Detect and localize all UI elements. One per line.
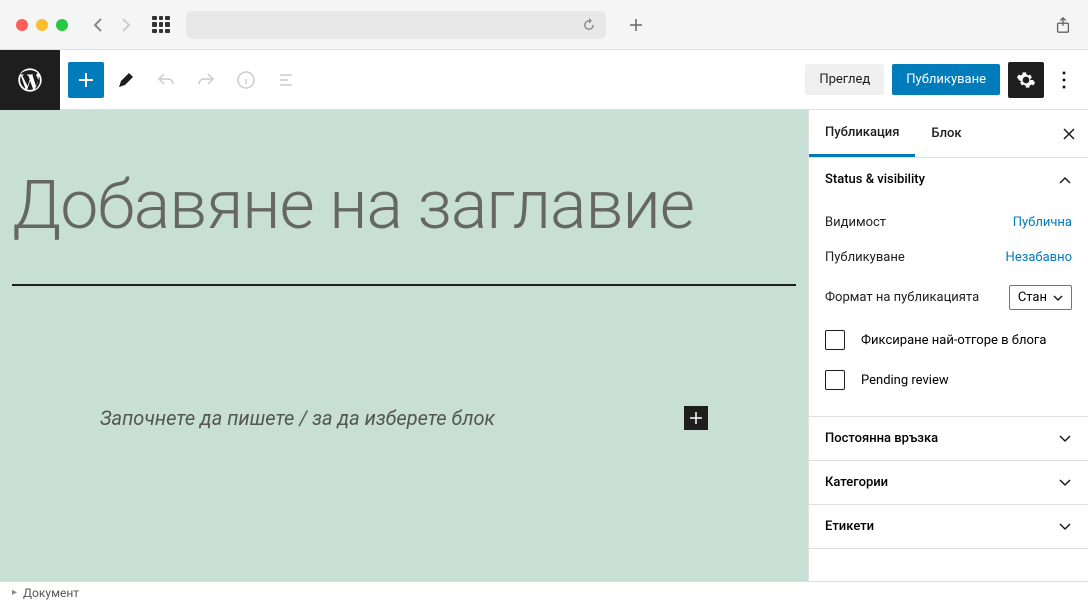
refresh-icon[interactable] [582,18,596,32]
back-button[interactable] [88,15,108,35]
visibility-value[interactable]: Публична [1013,215,1072,230]
pending-label: Pending review [861,373,949,388]
new-tab-button[interactable] [622,11,650,39]
chevron-down-icon [1058,434,1072,444]
editor-actions: Преглед Публикуване [805,62,1088,98]
browser-chrome [0,0,1088,50]
editor-toolbar [60,62,805,98]
url-bar[interactable] [186,11,606,39]
info-button[interactable] [228,62,264,98]
editor-top-bar: Преглед Публикуване [0,50,1088,110]
chevron-down-icon [1058,522,1072,532]
post-title-placeholder[interactable]: Добавяне на заглавие [12,166,796,244]
row-sticky[interactable]: Фиксиране най-отгоре в блога [825,320,1072,360]
row-publish: Публикуване Незабавно [825,240,1072,275]
outline-button[interactable] [268,62,304,98]
sticky-checkbox[interactable] [825,330,845,350]
sidebar-tabs: Публикация Блок [809,110,1088,158]
more-menu-button[interactable] [1052,62,1076,98]
post-title-area[interactable]: Добавяне на заглавие [12,126,796,306]
format-select[interactable]: Стан [1009,285,1072,310]
panel-head-tags[interactable]: Етикети [809,505,1088,548]
panel-tags: Етикети [809,505,1088,549]
publish-button[interactable]: Публикуване [892,64,1000,95]
breadcrumb-document[interactable]: Документ [23,586,79,600]
publish-label: Публикуване [825,250,905,265]
close-sidebar-button[interactable] [1050,127,1088,141]
tab-block[interactable]: Блок [915,110,977,157]
panel-permalink: Постоянна връзка [809,417,1088,461]
panel-head-categories[interactable]: Категории [809,461,1088,504]
editor-footer: ▸ Документ [0,581,1088,603]
breadcrumb-arrow-icon: ▸ [12,587,17,598]
window-controls [16,19,68,31]
share-icon[interactable] [1054,16,1072,34]
chevron-down-icon [1053,294,1063,302]
row-pending[interactable]: Pending review [825,360,1072,400]
panel-title: Status & visibility [825,172,925,187]
apps-grid-icon[interactable] [152,16,170,34]
tab-post[interactable]: Публикация [809,110,915,157]
settings-sidebar: Публикация Блок Status & visibility Види… [808,110,1088,581]
block-appender[interactable]: Започнете да пишете / за да изберете бло… [12,406,796,430]
panel-title: Постоянна връзка [825,431,938,446]
wordpress-logo[interactable] [0,50,60,110]
title-divider [12,284,796,286]
pending-checkbox[interactable] [825,370,845,390]
settings-button[interactable] [1008,62,1044,98]
publish-value[interactable]: Незабавно [1006,250,1072,265]
edit-mode-button[interactable] [108,62,144,98]
close-window[interactable] [16,19,28,31]
panel-categories: Категории [809,461,1088,505]
editor-canvas[interactable]: Добавяне на заглавие Започнете да пишете… [0,110,808,581]
chevron-up-icon [1058,175,1072,185]
minimize-window[interactable] [36,19,48,31]
maximize-window[interactable] [56,19,68,31]
format-label: Формат на публикацията [825,290,979,305]
block-prompt-text: Започнете да пишете / за да изберете бло… [100,406,495,430]
forward-button[interactable] [116,15,136,35]
panel-title: Категории [825,475,888,490]
panel-title: Етикети [825,519,874,534]
redo-button[interactable] [188,62,224,98]
panel-head-status[interactable]: Status & visibility [809,158,1088,201]
main-area: Добавяне на заглавие Започнете да пишете… [0,110,1088,581]
row-visibility: Видимост Публична [825,205,1072,240]
panel-status-visibility: Status & visibility Видимост Публична Пу… [809,158,1088,417]
preview-button[interactable]: Преглед [805,64,884,95]
visibility-label: Видимост [825,215,886,230]
inline-add-block-button[interactable] [684,406,708,430]
chevron-down-icon [1058,478,1072,488]
undo-button[interactable] [148,62,184,98]
format-value: Стан [1018,290,1047,305]
sticky-label: Фиксиране най-отгоре в блога [861,333,1046,348]
add-block-button[interactable] [68,62,104,98]
row-format: Формат на публикацията Стан [825,275,1072,320]
panel-head-permalink[interactable]: Постоянна връзка [809,417,1088,460]
